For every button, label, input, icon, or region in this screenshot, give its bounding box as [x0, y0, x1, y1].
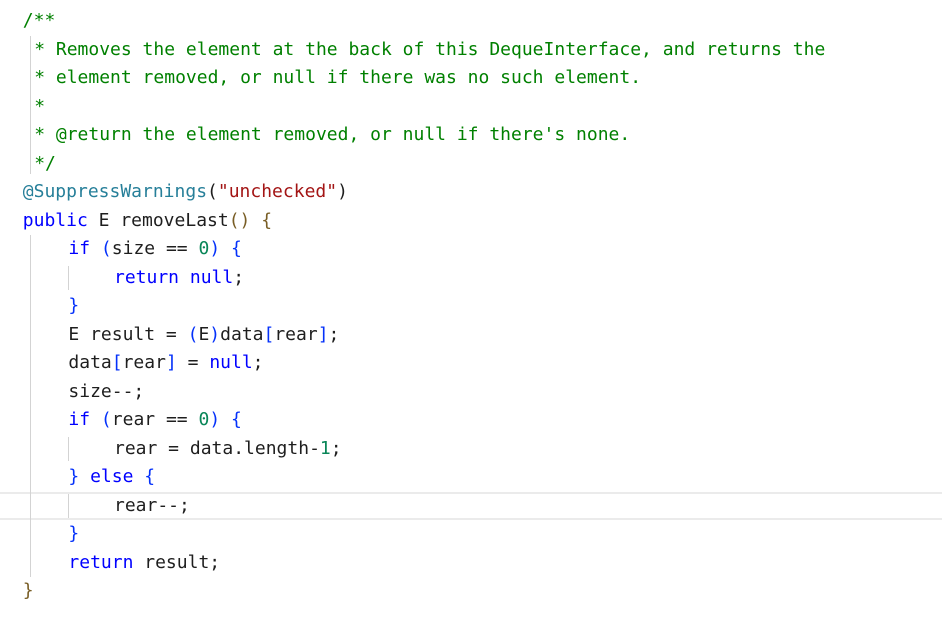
code-token-op: ( [207, 181, 218, 202]
code-token-string: "unchecked" [217, 181, 338, 202]
code-token-number: 0 [198, 409, 210, 430]
code-token-op: E [198, 323, 210, 345]
code-token-bracket: ( [100, 409, 112, 430]
code-line[interactable]: /** [23, 7, 56, 35]
indent-guide [68, 493, 70, 518]
code-token-comment: /** [22, 10, 56, 31]
code-token-bracket: [ [111, 352, 123, 373]
code-token-op [90, 238, 101, 259]
code-token-bracket: { [231, 409, 242, 430]
code-line[interactable]: @SuppressWarnings("unchecked") [23, 178, 348, 206]
code-token-op: rear [274, 323, 318, 345]
code-line[interactable]: } [68, 520, 79, 548]
code-token-bracket: ( [100, 238, 112, 259]
code-token-bracket-y: { [261, 209, 273, 231]
code-token-op: rear == [111, 409, 199, 430]
code-line[interactable]: * @return the element removed, or null i… [34, 121, 630, 149]
code-token-bracket: ) [209, 238, 221, 259]
code-token-op: size--; [68, 380, 145, 402]
code-token-keyword: return [114, 266, 180, 288]
code-token-comment: * [34, 95, 46, 117]
code-token-op: ; [328, 323, 340, 345]
code-token-bracket: } [68, 295, 80, 316]
code-token-op: data [220, 323, 264, 345]
code-line[interactable]: return result; [68, 549, 220, 577]
code-token-op: result; [133, 551, 221, 573]
code-token-op: data [68, 352, 112, 373]
code-token-bracket: ( [187, 323, 199, 345]
code-line[interactable]: } [23, 577, 34, 605]
code-line[interactable]: * Removes the element at the back of thi… [34, 36, 825, 64]
code-token-op [133, 466, 144, 487]
code-line[interactable]: if (size == 0) { [68, 235, 241, 263]
code-line[interactable]: size--; [68, 378, 144, 406]
code-line[interactable]: rear = data.length-1; [114, 435, 342, 463]
code-token-bracket: { [144, 466, 156, 487]
code-line[interactable]: } [68, 292, 79, 320]
code-token-op: rear--; [114, 494, 190, 516]
code-token-op [179, 267, 190, 288]
code-token-bracket: ] [165, 352, 177, 373]
code-line[interactable]: if (rear == 0) { [68, 406, 241, 434]
code-token-keyword: public [22, 209, 88, 231]
code-token-op: rear [122, 352, 166, 373]
code-token-op: ; [233, 266, 245, 288]
code-line[interactable]: rear--; [114, 492, 190, 520]
code-token-comment: */ [34, 152, 56, 174]
code-token-keyword: return [68, 551, 134, 573]
code-token-op: = [176, 352, 210, 373]
code-token-keyword: if [68, 409, 91, 430]
code-token-comment: * Removes the element at the back of thi… [34, 38, 826, 60]
code-token-comment: * element removed, or null if there was … [34, 67, 642, 88]
code-token-op: size == [111, 238, 199, 259]
code-token-bracket: [ [263, 323, 275, 345]
code-token-op: ) [337, 181, 348, 202]
code-token-keyword: null [209, 352, 253, 373]
code-token-keyword: if [68, 238, 91, 259]
code-editor[interactable]: /** * Removes the element at the back of … [0, 0, 942, 618]
code-token-op: E removeLast [87, 209, 229, 231]
code-token-annotation: @SuppressWarnings [22, 181, 208, 202]
code-line[interactable]: * element removed, or null if there was … [34, 64, 641, 92]
indent-guide [68, 265, 70, 290]
code-token-number: 0 [198, 238, 210, 259]
code-line[interactable]: return null; [114, 264, 244, 292]
code-token-op: ; [330, 437, 342, 459]
code-token-op [220, 238, 231, 259]
code-token-bracket-y: () [228, 209, 251, 231]
code-token-op: ; [252, 352, 264, 373]
code-token-comment: * @return the element removed, or null i… [34, 124, 631, 145]
code-token-bracket: } [68, 523, 80, 544]
code-token-number: 1 [319, 437, 331, 459]
code-token-bracket: ] [317, 323, 329, 345]
code-token-keyword: null [189, 266, 234, 288]
code-line[interactable]: data[rear] = null; [68, 349, 263, 377]
code-token-bracket: ) [209, 409, 221, 430]
code-token-bracket: ) [209, 323, 221, 345]
code-token-op: rear = data.length- [114, 437, 320, 459]
code-line[interactable]: E result = (E)data[rear]; [68, 321, 339, 349]
code-line[interactable]: } else { [68, 463, 155, 491]
code-line[interactable]: public E removeLast() { [23, 207, 272, 235]
indent-guide [29, 235, 31, 577]
code-line[interactable]: */ [34, 150, 56, 178]
indent-guide [68, 436, 70, 461]
code-token-bracket-y: } [22, 580, 34, 601]
code-token-keyword: else [90, 466, 134, 487]
code-token-bracket: { [231, 238, 242, 259]
code-token-op [220, 409, 231, 430]
code-token-bracket: } [68, 466, 80, 487]
code-token-op [250, 210, 261, 231]
code-token-op: E result = [68, 323, 188, 345]
code-token-op [79, 466, 90, 487]
indent-guide [29, 35, 31, 174]
code-token-op [90, 409, 101, 430]
code-line[interactable]: * [34, 93, 45, 121]
